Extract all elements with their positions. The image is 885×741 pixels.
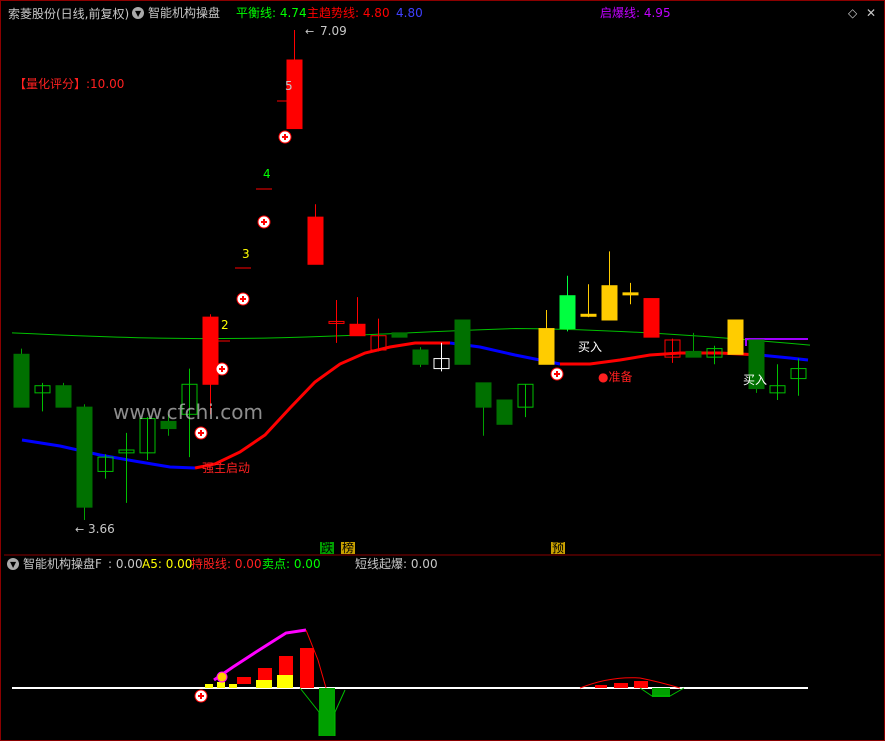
a5-value: A5: 0.00 <box>142 557 193 571</box>
a5-bar <box>256 680 272 688</box>
sub-indicator-name[interactable]: 智能机构操盘F <box>23 558 102 570</box>
hold-bar-2 <box>614 683 628 688</box>
a5-bar <box>277 675 293 688</box>
candle-body <box>580 313 597 317</box>
close-icon[interactable]: ✕ <box>866 7 876 19</box>
candle-body <box>685 350 702 358</box>
candle-body <box>55 385 72 408</box>
candle-body <box>13 353 30 408</box>
hold-bar-2 <box>595 685 607 688</box>
step-2-label: 2 <box>221 318 229 332</box>
hold-bar-2 <box>634 681 648 688</box>
main-trend-line-blue-3 <box>759 353 809 362</box>
a5-bar <box>229 684 237 688</box>
stock-title: 索菱股份(日线,前复权) <box>8 7 130 21</box>
indicator-name[interactable]: 智能机构操盘 <box>148 7 220 19</box>
a5-bar <box>217 682 225 688</box>
step-3-label: 3 <box>242 247 250 261</box>
ignite-line-label: 启爆线: 4.95 <box>600 6 671 20</box>
candle-body <box>349 323 366 337</box>
high-price-label: 7.09 <box>320 24 347 38</box>
buy-signal-label-2: 买入 <box>743 373 768 387</box>
main-trend-label: 主趋势线: 4.80 <box>307 6 390 20</box>
hold-bar <box>279 656 293 675</box>
hold-bar <box>258 668 272 680</box>
chevron-down-icon: ▼ <box>10 560 17 569</box>
candle-body <box>643 298 660 338</box>
candle-body <box>496 399 513 425</box>
candle-body <box>202 316 219 385</box>
a5-bar <box>205 684 213 688</box>
price-chart[interactable]: ←← <box>0 0 885 741</box>
candle-body <box>412 349 429 365</box>
candle-body <box>727 319 744 355</box>
fall-tag: 跌 <box>320 541 335 555</box>
chevron-down-icon: ▼ <box>135 9 142 18</box>
low-price-label: 3.66 <box>88 522 115 536</box>
candle-body <box>307 216 324 265</box>
candle-body <box>286 59 303 130</box>
step-4-label: 4 <box>263 167 271 181</box>
short-burst-value: 短线起爆: 0.00 <box>355 557 438 571</box>
sell-point-value: 卖点: 0.00 <box>262 557 321 571</box>
hold-bar <box>237 677 251 684</box>
strong-start-label: 强主启动 <box>202 461 251 475</box>
main-trend-line-blue <box>21 438 196 470</box>
candle-body <box>622 292 639 296</box>
candle-body <box>454 319 471 365</box>
sell-line-right <box>334 689 346 736</box>
diamond-icon[interactable]: ◇ <box>848 7 857 19</box>
score-label: 【量化评分】:10.00 <box>14 77 125 91</box>
buy-signal-label: 买入 <box>578 340 603 354</box>
high-arrow-icon: ← <box>305 25 314 38</box>
hold-bar <box>300 648 314 688</box>
prepare-label: ●准备 <box>598 370 633 384</box>
sub-coin-icon <box>216 671 228 683</box>
hold-line-value: 持股线: 0.00 <box>191 557 262 571</box>
sell-line-left <box>299 687 320 736</box>
candle-body <box>76 406 93 508</box>
watermark: www.cfchi.com <box>113 400 263 424</box>
candle-body <box>559 295 576 330</box>
sub-f-value: : 0.00 <box>108 557 143 571</box>
blue-line-value: 4.80 <box>396 6 423 20</box>
candle-body <box>538 328 555 365</box>
balance-line-label: 平衡线: 4.74 <box>236 6 307 20</box>
sell-bar <box>319 688 335 736</box>
pre-tag: 预 <box>551 541 566 555</box>
low-arrow-icon: ← <box>75 523 84 536</box>
step-5-label: 5 <box>285 79 293 93</box>
candle-body <box>601 285 618 321</box>
candle-body <box>391 332 408 338</box>
candle-body <box>475 382 492 408</box>
stop-tag: 榜 <box>341 541 356 555</box>
